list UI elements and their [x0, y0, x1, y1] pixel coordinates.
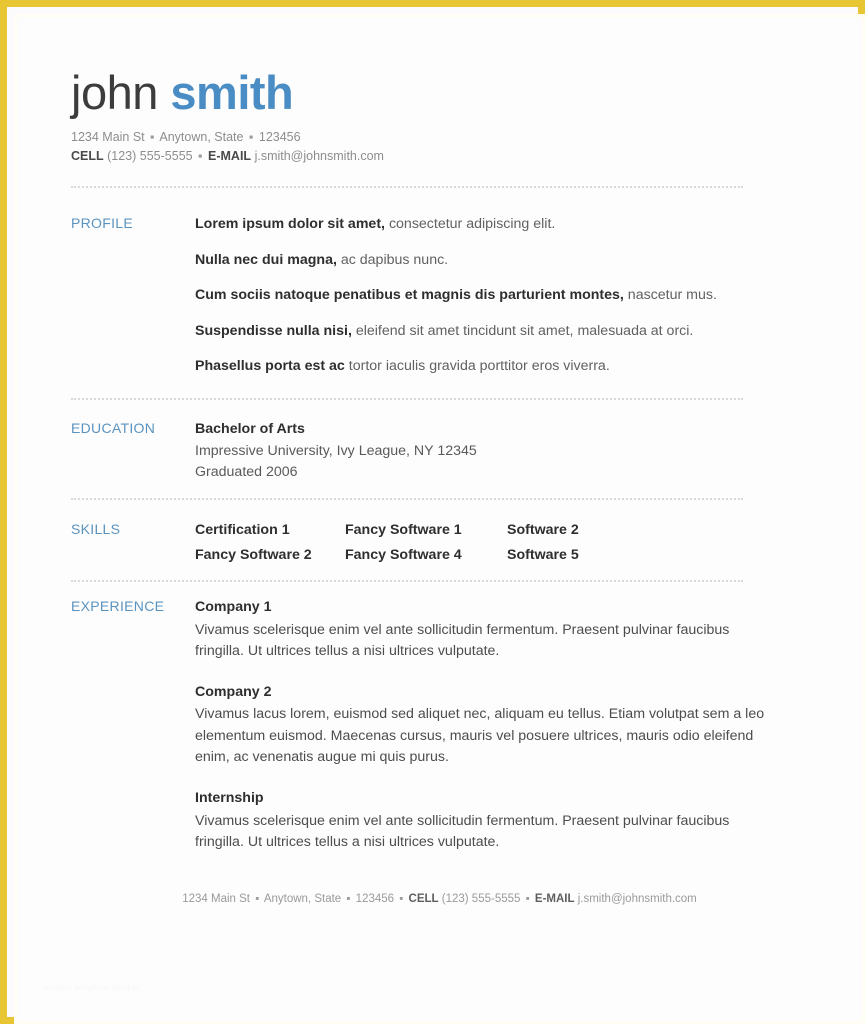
skills-row: Certification 1 Fancy Software 1 Softwar… — [195, 520, 811, 542]
profile-line-rest: nascetur mus. — [623, 287, 717, 304]
skills-body: Certification 1 Fancy Software 1 Softwar… — [195, 520, 811, 566]
skill-item: Fancy Software 2 — [195, 546, 312, 563]
profile-line-bold: Lorem ipsum dolor sit amet, — [195, 216, 385, 232]
profile-line-bold: Phasellus porta est ac — [195, 358, 345, 375]
section-divider — [71, 498, 743, 501]
separator-bullet-icon: ▪ — [399, 893, 404, 905]
footer-zip: 123456 — [355, 893, 395, 905]
profile-line: Phasellus porta est ac tortor iaculis gr… — [195, 356, 811, 378]
watermark-text: resume template sample — [43, 983, 140, 992]
experience-entry: Company 2 Vivamus lacus lorem, euismod s… — [195, 682, 811, 769]
education-school: Impressive University, Ivy League, NY 12… — [195, 442, 477, 459]
header-contact-block: 1234 Main St ▪ Anytown, State ▪ 123456 C… — [71, 128, 811, 167]
profile-line: Lorem ipsum dolor sit amet, consectetur … — [195, 214, 811, 236]
profile-line-bold: Cum sociis natoque penatibus et magnis d… — [195, 287, 624, 304]
profile-line-bold: Suspendisse nulla nisi, — [195, 322, 352, 339]
skill-item: Certification 1 — [195, 522, 290, 538]
section-experience: EXPERIENCE Company 1 Vivamus scelerisque… — [71, 597, 811, 854]
separator-bullet-icon: ▪ — [255, 893, 260, 905]
section-label-profile: PROFILE — [71, 215, 134, 231]
header-address-line: 1234 Main St ▪ Anytown, State ▪ 123456 — [71, 128, 811, 147]
profile-line: Nulla nec dui magna, ac dapibus nunc. — [195, 250, 811, 272]
education-graduation: Graduated 2006 — [195, 464, 298, 481]
resume-footer: 1234 Main St ▪ Anytown, State ▪ 123456 ▪… — [21, 893, 858, 905]
experience-entry: Internship Vivamus scelerisque enim vel … — [195, 788, 811, 854]
experience-description: Vivamus scelerisque enim vel ante sollic… — [195, 621, 730, 660]
experience-description: Vivamus scelerisque enim vel ante sollic… — [195, 812, 730, 851]
footer-cell-value: (123) 555-5555 — [441, 893, 521, 905]
resume-header: john smith 1234 Main St ▪ Anytown, State… — [71, 69, 811, 167]
section-label-experience: EXPERIENCE — [71, 598, 165, 614]
email-value[interactable]: j.smith@johnsmith.com — [255, 149, 384, 163]
email-label: E-MAIL — [208, 149, 252, 164]
skill-item: Software 2 — [507, 522, 579, 538]
experience-entry: Company 1 Vivamus scelerisque enim vel a… — [195, 597, 811, 663]
separator-bullet-icon: ▪ — [248, 130, 254, 144]
profile-line-rest: consectetur adipiscing elit. — [385, 216, 556, 232]
separator-bullet-icon: ▪ — [150, 130, 155, 144]
resume-document: john smith 1234 Main St ▪ Anytown, State… — [21, 21, 858, 1017]
skill-item: Fancy Software 4 — [345, 546, 462, 563]
address-city-state: Anytown, State — [159, 130, 244, 144]
profile-line: Suspendisse nulla nisi, eleifend sit ame… — [195, 321, 811, 343]
profile-line-rest: eleifend sit amet tincidunt sit amet, ma… — [351, 322, 694, 339]
profile-body: Lorem ipsum dolor sit amet, consectetur … — [195, 214, 811, 378]
first-name: john — [71, 66, 158, 119]
address-zip: 123456 — [258, 130, 301, 144]
cell-value: (123) 555-5555 — [107, 149, 193, 164]
section-profile: PROFILE Lorem ipsum dolor sit amet, cons… — [71, 214, 811, 378]
experience-title: Company 2 — [195, 683, 272, 700]
separator-bullet-icon: ▪ — [346, 893, 351, 905]
address-street: 1234 Main St — [71, 130, 145, 144]
footer-email-label: E-MAIL — [534, 893, 575, 905]
cell-label: CELL — [71, 149, 104, 164]
footer-city-state: Anytown, State — [263, 893, 342, 905]
experience-description: Vivamus lacus lorem, euismod sed aliquet… — [195, 706, 765, 766]
profile-line: Cum sociis natoque penatibus et magnis d… — [195, 285, 811, 307]
section-education: EDUCATION Bachelor of Arts Impressive Un… — [71, 419, 811, 484]
last-name: smith — [170, 66, 294, 119]
education-degree: Bachelor of Arts — [195, 421, 305, 437]
skills-row: Fancy Software 2 Fancy Software 4 Softwa… — [195, 545, 811, 567]
education-body: Bachelor of Arts Impressive University, … — [195, 419, 811, 484]
skill-item: Software 5 — [507, 546, 579, 563]
skill-item: Fancy Software 1 — [345, 522, 462, 538]
experience-body: Company 1 Vivamus scelerisque enim vel a… — [195, 597, 811, 854]
separator-bullet-icon: ▪ — [198, 149, 203, 164]
page-border-frame: john smith 1234 Main St ▪ Anytown, State… — [0, 0, 865, 1024]
candidate-name: john smith — [71, 69, 811, 116]
section-label-education: EDUCATION — [71, 420, 156, 436]
profile-line-rest: tortor iaculis gravida porttitor eros vi… — [344, 358, 610, 375]
footer-email-value[interactable]: j.smith@johnsmith.com — [578, 893, 697, 905]
footer-cell-label: CELL — [408, 893, 439, 905]
experience-title: Internship — [195, 790, 264, 807]
experience-title: Company 1 — [195, 599, 272, 615]
separator-bullet-icon: ▪ — [525, 893, 530, 905]
section-divider — [71, 186, 743, 189]
profile-line-bold: Nulla nec dui magna, — [195, 251, 337, 268]
footer-street: 1234 Main St — [182, 893, 250, 905]
section-divider — [71, 398, 743, 401]
section-label-skills: SKILLS — [71, 521, 121, 537]
profile-line-rest: ac dapibus nunc. — [336, 251, 449, 268]
section-skills: SKILLS Certification 1 Fancy Software 1 … — [71, 520, 811, 566]
header-phone-email-line: CELL (123) 555-5555 ▪ E-MAIL j.smith@joh… — [71, 147, 811, 166]
section-divider — [71, 580, 743, 583]
